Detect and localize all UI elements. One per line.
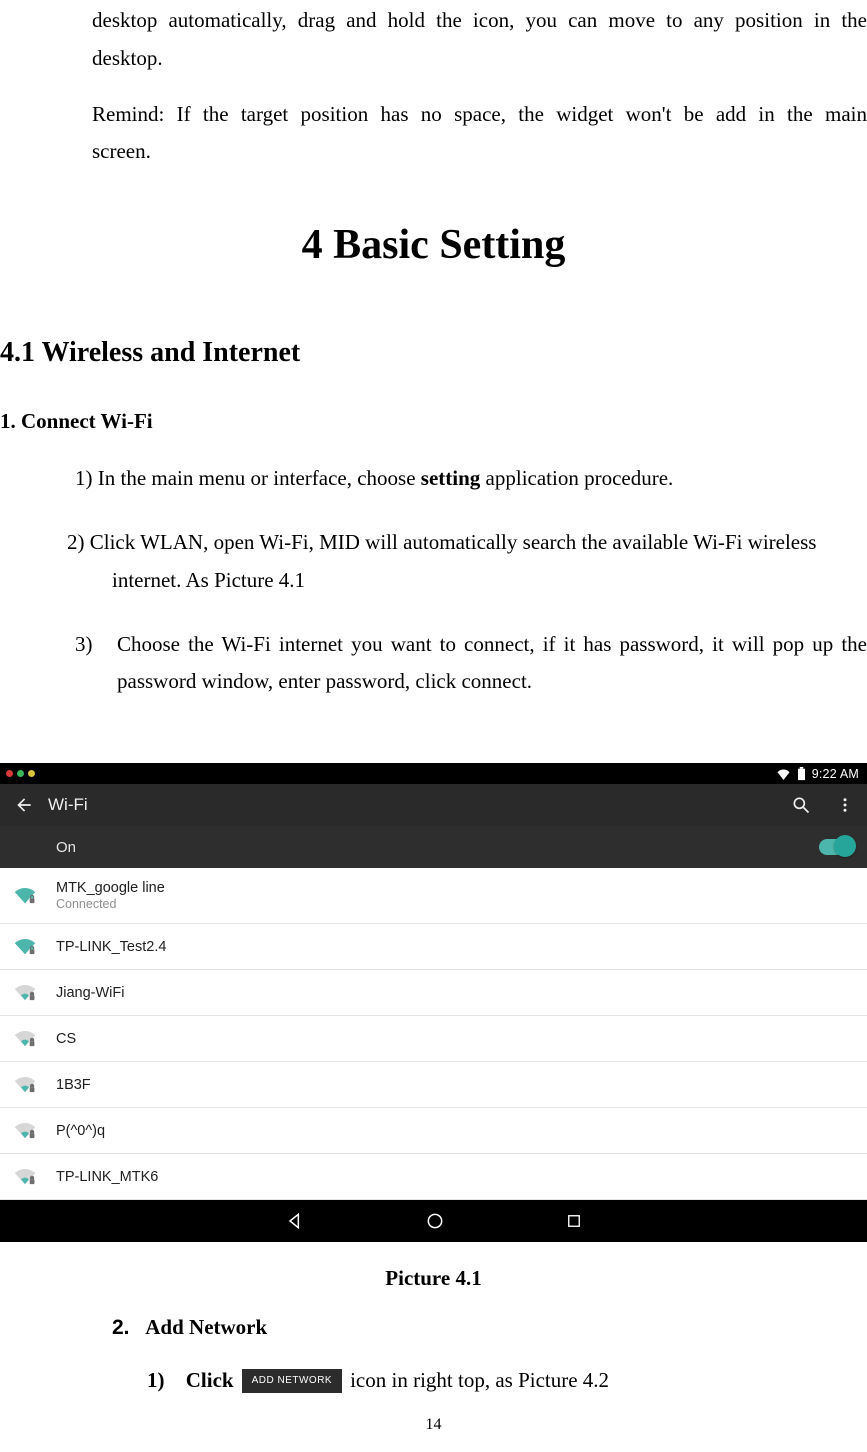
wifi-signal-icon bbox=[14, 1076, 56, 1094]
add-network-label: Add Network bbox=[145, 1315, 267, 1339]
appbar-title: Wi-Fi bbox=[48, 795, 88, 815]
wifi-network-item[interactable]: P(^0^)q bbox=[0, 1108, 867, 1154]
wifi-on-bar: On bbox=[0, 826, 867, 868]
step-1-bold: setting bbox=[421, 466, 481, 490]
wifi-toggle[interactable] bbox=[819, 839, 853, 855]
substep-tail: icon in right top, as Picture 4.2 bbox=[350, 1368, 609, 1393]
step-3: 3) Choose the Wi-Fi internet you want to… bbox=[75, 626, 867, 702]
wifi-item-text: P(^0^)q bbox=[56, 1123, 105, 1139]
wifi-network-item[interactable]: CS bbox=[0, 1016, 867, 1062]
intro-para-2: Remind: If the target position has no sp… bbox=[92, 96, 867, 172]
substep-click-word: Click bbox=[186, 1368, 234, 1393]
status-dot-green bbox=[17, 770, 24, 777]
wifi-network-item[interactable]: 1B3F bbox=[0, 1062, 867, 1108]
wifi-ssid: MTK_google line bbox=[56, 880, 165, 896]
status-left-icons bbox=[6, 770, 35, 777]
page-number: 14 bbox=[0, 1416, 867, 1434]
wifi-item-text: Jiang-WiFi bbox=[56, 985, 124, 1001]
wifi-ssid: 1B3F bbox=[56, 1077, 91, 1093]
back-button[interactable] bbox=[0, 795, 48, 815]
wifi-signal-icon bbox=[14, 887, 56, 905]
step-1-a: 1) In the main menu or interface, choose bbox=[75, 466, 421, 490]
wifi-ssid: P(^0^)q bbox=[56, 1123, 105, 1139]
subsection-title: 1. Connect Wi-Fi bbox=[0, 409, 867, 434]
wifi-signal-icon bbox=[14, 1168, 56, 1186]
chapter-title: 4 Basic Setting bbox=[0, 221, 867, 269]
step-3-body: Choose the Wi-Fi internet you want to co… bbox=[117, 626, 867, 702]
add-network-num: 2. bbox=[112, 1316, 130, 1339]
wifi-signal-icon bbox=[14, 1030, 56, 1048]
intro-para-1: desktop automatically, drag and hold the… bbox=[92, 2, 867, 78]
overflow-menu-icon[interactable] bbox=[823, 796, 867, 814]
nav-recent-button[interactable] bbox=[565, 1212, 583, 1230]
figure-caption: Picture 4.1 bbox=[0, 1266, 867, 1291]
wifi-appbar: Wi-Fi bbox=[0, 784, 867, 826]
wifi-item-text: TP-LINK_MTK6 bbox=[56, 1169, 158, 1185]
android-nav-bar bbox=[0, 1200, 867, 1242]
status-dot-red bbox=[6, 770, 13, 777]
wifi-on-label: On bbox=[56, 839, 76, 856]
status-wifi-icon bbox=[776, 768, 791, 780]
wifi-ssid: TP-LINK_Test2.4 bbox=[56, 939, 166, 955]
wifi-screenshot: 9:22 AM Wi-Fi On bbox=[0, 763, 867, 1242]
add-network-badge-icon: ADD NETWORK bbox=[242, 1369, 343, 1393]
wifi-network-item[interactable]: MTK_google line Connected bbox=[0, 868, 867, 924]
wifi-ssid: Jiang-WiFi bbox=[56, 985, 124, 1001]
wifi-network-item[interactable]: TP-LINK_MTK6 bbox=[0, 1154, 867, 1200]
wifi-signal-icon bbox=[14, 938, 56, 956]
step-1: 1) In the main menu or interface, choose… bbox=[75, 460, 867, 498]
step-2-line1: 2) Click WLAN, open Wi-Fi, MID will auto… bbox=[67, 524, 867, 562]
android-status-bar: 9:22 AM bbox=[0, 763, 867, 784]
substep-num: 1) bbox=[147, 1368, 165, 1393]
wifi-ssid: CS bbox=[56, 1031, 76, 1047]
wifi-status-label: Connected bbox=[56, 897, 165, 911]
wifi-network-list: MTK_google line Connected TP-LINK_Test2.… bbox=[0, 868, 867, 1200]
wifi-signal-icon bbox=[14, 984, 56, 1002]
status-right-icons: 9:22 AM bbox=[776, 767, 859, 781]
section-title: 4.1 Wireless and Internet bbox=[0, 337, 867, 369]
step-1-b: application procedure. bbox=[480, 466, 673, 490]
status-dot-yellow bbox=[28, 770, 35, 777]
wifi-ssid: TP-LINK_MTK6 bbox=[56, 1169, 158, 1185]
search-icon[interactable] bbox=[779, 795, 823, 815]
wifi-signal-icon bbox=[14, 1122, 56, 1140]
step-2-line2: internet. As Picture 4.1 bbox=[112, 562, 867, 600]
wifi-network-item[interactable]: Jiang-WiFi bbox=[0, 970, 867, 1016]
wifi-item-text: CS bbox=[56, 1031, 76, 1047]
wifi-item-text: TP-LINK_Test2.4 bbox=[56, 939, 166, 955]
wifi-network-item[interactable]: TP-LINK_Test2.4 bbox=[0, 924, 867, 970]
add-network-heading: 2. Add Network bbox=[112, 1315, 867, 1340]
step-3-num: 3) bbox=[75, 626, 117, 702]
nav-back-button[interactable] bbox=[285, 1211, 305, 1231]
add-network-step-1: 1) Click ADD NETWORK icon in right top, … bbox=[147, 1368, 867, 1393]
wifi-item-text: MTK_google line Connected bbox=[56, 880, 165, 911]
nav-home-button[interactable] bbox=[425, 1211, 445, 1231]
status-time: 9:22 AM bbox=[812, 767, 859, 781]
status-battery-icon bbox=[797, 767, 806, 781]
wifi-item-text: 1B3F bbox=[56, 1077, 91, 1093]
